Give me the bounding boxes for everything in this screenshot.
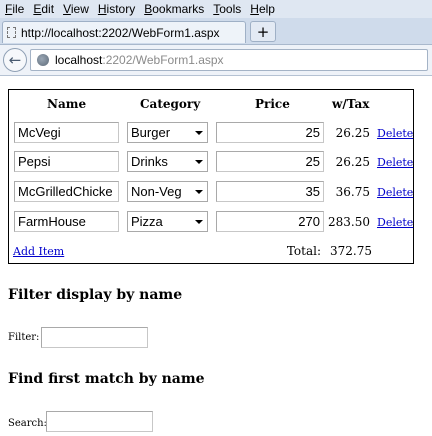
category-value: Drinks — [131, 154, 168, 169]
category-value: Non-Veg — [131, 184, 182, 199]
add-item-link[interactable]: Add Item — [13, 245, 64, 258]
header-name: Name — [47, 97, 87, 111]
menu-edit[interactable]: Edit — [33, 2, 54, 16]
page-icon — [7, 27, 16, 38]
menu-bookmarks[interactable]: Bookmarks — [144, 2, 204, 16]
name-input[interactable]: McVegi — [14, 122, 119, 143]
url-host: localhost — [55, 53, 103, 67]
table-row: McGrilledChicke Non-Veg 35 36.75 Delete — [9, 181, 413, 205]
globe-icon — [37, 54, 49, 66]
address-bar[interactable]: localhost:2202/WebForm1.aspx — [30, 49, 428, 71]
filter-label: Filter: — [8, 332, 40, 343]
url-path: :2202/WebForm1.aspx — [102, 53, 224, 67]
chevron-down-icon — [195, 160, 203, 164]
search-input[interactable] — [46, 411, 153, 432]
header-category: Category — [140, 97, 201, 111]
name-input[interactable]: FarmHouse — [14, 211, 119, 232]
category-select[interactable]: Burger — [127, 122, 208, 143]
filter-heading: Filter display by name — [8, 287, 183, 303]
header-price: Price — [255, 97, 290, 111]
category-select[interactable]: Drinks — [127, 151, 208, 172]
browser-tab[interactable]: http://localhost:2202/WebForm1.aspx — [2, 21, 246, 43]
chevron-down-icon — [195, 220, 203, 224]
delete-link[interactable]: Delete — [377, 127, 413, 140]
back-button[interactable]: ← — [3, 48, 27, 72]
menu-tools[interactable]: Tools — [213, 2, 241, 16]
price-input[interactable]: 35 — [216, 181, 324, 202]
filter-input[interactable] — [41, 327, 148, 348]
tab-title: http://localhost:2202/WebForm1.aspx — [21, 25, 220, 40]
delete-link[interactable]: Delete — [377, 216, 413, 229]
price-input[interactable]: 270 — [216, 211, 324, 232]
chevron-down-icon — [195, 190, 203, 194]
total-label: Total: — [286, 244, 321, 258]
category-value: Pizza — [131, 214, 163, 229]
items-grid: Name Category Price w/Tax McVegi Burger … — [8, 89, 414, 264]
search-label: Search: — [8, 418, 47, 429]
with-tax-value: 283.50 — [328, 215, 370, 229]
chevron-down-icon — [195, 131, 203, 135]
category-select[interactable]: Non-Veg — [127, 181, 208, 202]
price-input[interactable]: 25 — [216, 122, 324, 143]
name-input[interactable]: McGrilledChicke — [14, 181, 119, 202]
menu-file[interactable]: File — [5, 2, 24, 16]
tab-strip: http://localhost:2202/WebForm1.aspx + — [0, 18, 432, 45]
menu-history[interactable]: History — [98, 2, 135, 16]
with-tax-value: 26.25 — [335, 155, 370, 169]
table-row: Pepsi Drinks 25 26.25 Delete — [9, 151, 413, 175]
search-heading: Find first match by name — [8, 371, 205, 387]
category-value: Burger — [131, 125, 171, 140]
table-row: FarmHouse Pizza 270 283.50 Delete — [9, 211, 413, 235]
menu-view[interactable]: View — [63, 2, 89, 16]
menu-help[interactable]: Help — [250, 2, 275, 16]
category-select[interactable]: Pizza — [127, 211, 208, 232]
with-tax-value: 36.75 — [335, 185, 370, 199]
with-tax-value: 26.25 — [335, 126, 370, 140]
back-arrow-icon: ← — [8, 51, 22, 69]
price-input[interactable]: 25 — [216, 151, 324, 172]
delete-link[interactable]: Delete — [377, 186, 413, 199]
new-tab-button[interactable]: + — [250, 21, 276, 42]
table-row: McVegi Burger 25 26.25 Delete — [9, 122, 413, 146]
total-value: 372.75 — [330, 244, 372, 258]
menu-bar: File Edit View History Bookmarks Tools H… — [0, 0, 432, 18]
header-with-tax: w/Tax — [332, 97, 370, 111]
delete-link[interactable]: Delete — [377, 156, 413, 169]
navigation-bar: ← localhost:2202/WebForm1.aspx — [0, 45, 432, 76]
name-input[interactable]: Pepsi — [14, 151, 119, 172]
